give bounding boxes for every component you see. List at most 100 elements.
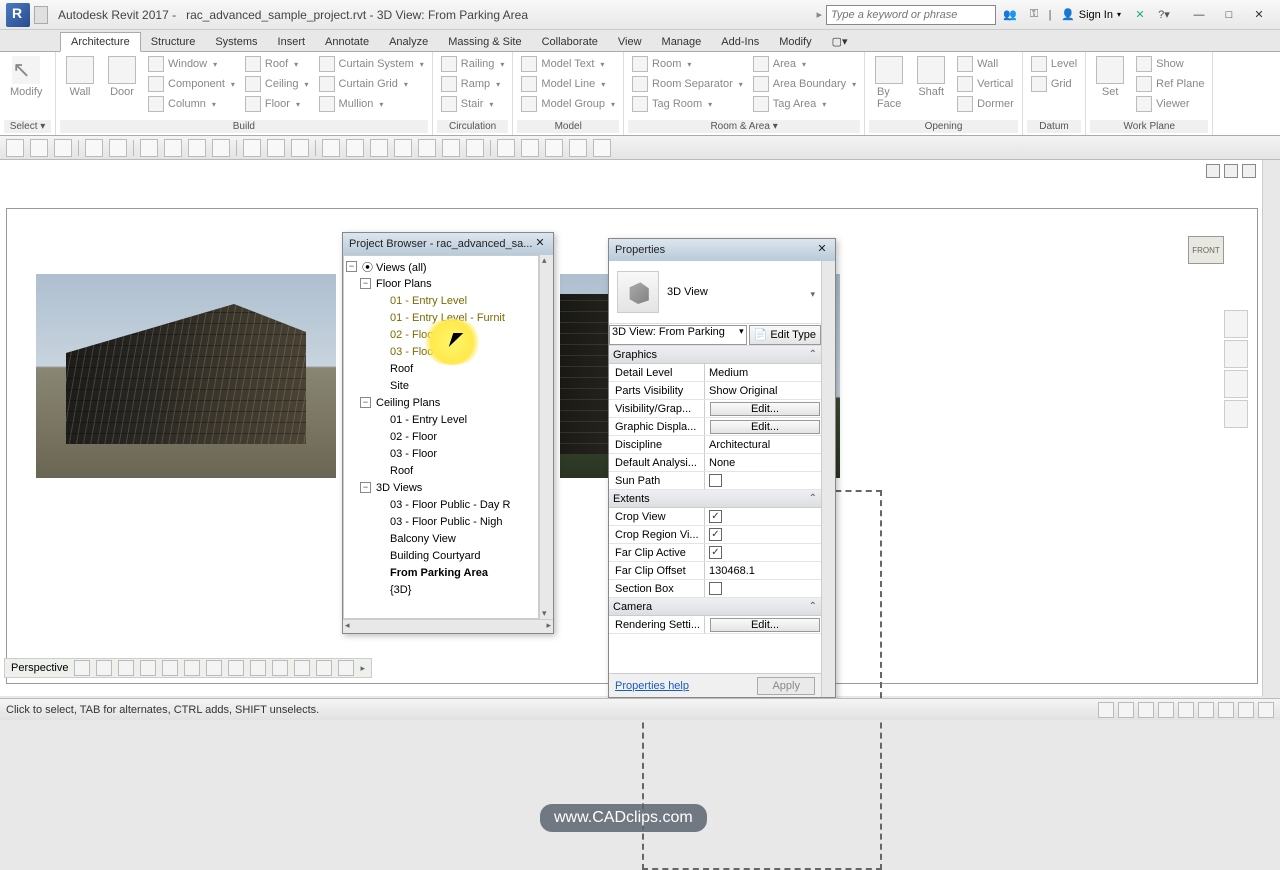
tag-room-tool[interactable]: Tag Room xyxy=(628,94,747,114)
set-workplane-tool[interactable]: Set xyxy=(1090,54,1130,100)
wall-tool[interactable]: Wall xyxy=(60,54,100,100)
tree-item[interactable]: Building Courtyard xyxy=(346,547,536,564)
property-row[interactable]: Far Clip Active✓ xyxy=(609,544,821,562)
tree-item[interactable]: Site xyxy=(346,377,536,394)
type-selector[interactable]: 3D View ▾ xyxy=(609,261,821,324)
tab-manage[interactable]: Manage xyxy=(652,33,712,51)
group-icon[interactable] xyxy=(521,139,539,157)
vertical-opening-tool[interactable]: Vertical xyxy=(953,74,1018,94)
props-vertical-scrollbar[interactable] xyxy=(821,261,835,697)
tree-item[interactable]: −Ceiling Plans xyxy=(346,394,536,411)
tab-annotate[interactable]: Annotate xyxy=(315,33,379,51)
unpin-icon[interactable] xyxy=(593,139,611,157)
rendering-icon[interactable] xyxy=(162,660,178,676)
sync-icon[interactable] xyxy=(54,139,72,157)
ui-icon[interactable] xyxy=(394,139,412,157)
select-underlay-icon[interactable] xyxy=(1178,702,1194,718)
app-menu-button[interactable] xyxy=(6,3,30,27)
property-row[interactable]: Sun Path xyxy=(609,472,821,490)
expand-icon[interactable]: − xyxy=(346,261,357,272)
show-tool[interactable]: Show xyxy=(1132,54,1208,74)
qat-dropdown[interactable] xyxy=(34,6,48,24)
property-row[interactable]: Default Analysi...None xyxy=(609,454,821,472)
tree-item[interactable]: 02 - Floor xyxy=(346,326,536,343)
tree-item[interactable]: 03 - Floor xyxy=(346,445,536,462)
properties-help-link[interactable]: Properties help xyxy=(615,680,689,692)
expand-icon[interactable]: − xyxy=(360,482,371,493)
link-icon[interactable] xyxy=(497,139,515,157)
apply-button[interactable]: Apply xyxy=(757,677,815,695)
sign-in-button[interactable]: 👤 Sign In ▾ xyxy=(1056,7,1126,22)
tree-item[interactable]: 01 - Entry Level xyxy=(346,411,536,428)
project-browser-tree[interactable]: −⦿ Views (all)−Floor Plans01 - Entry Lev… xyxy=(343,255,539,619)
checkbox[interactable] xyxy=(709,474,722,487)
undo-icon[interactable] xyxy=(85,139,103,157)
tree-item[interactable]: −⦿ Views (all) xyxy=(346,258,536,275)
edit-type-button[interactable]: 📄Edit Type xyxy=(749,325,821,345)
tab-analyze[interactable]: Analyze xyxy=(379,33,438,51)
workset-icon[interactable] xyxy=(1098,702,1114,718)
tab-collaborate[interactable]: Collaborate xyxy=(532,33,608,51)
crop-view-icon[interactable] xyxy=(184,660,200,676)
curtain-grid-tool[interactable]: Curtain Grid xyxy=(315,74,428,94)
close-icon[interactable]: ✕ xyxy=(533,237,547,251)
close-button[interactable]: ✕ xyxy=(1244,4,1274,26)
pin-icon[interactable] xyxy=(569,139,587,157)
tree-item[interactable]: 03 - Floor Public - Nigh xyxy=(346,513,536,530)
vp-close-icon[interactable] xyxy=(1242,164,1256,178)
tree-item[interactable]: {3D} xyxy=(346,581,536,598)
component-tool[interactable]: Component xyxy=(144,74,239,94)
close-hidden-icon[interactable] xyxy=(322,139,340,157)
orbit-icon[interactable] xyxy=(1224,400,1248,428)
tag-area-tool[interactable]: Tag Area xyxy=(749,94,860,114)
pb-vertical-scrollbar[interactable] xyxy=(539,255,553,619)
wall-opening-tool[interactable]: Wall xyxy=(953,54,1018,74)
worksharing-icon[interactable] xyxy=(294,660,310,676)
pb-horizontal-scrollbar[interactable] xyxy=(343,619,553,633)
align-icon[interactable] xyxy=(164,139,182,157)
area-tool[interactable]: Area xyxy=(749,54,860,74)
railing-tool[interactable]: Railing xyxy=(437,54,509,74)
ref-plane-tool[interactable]: Ref Plane xyxy=(1132,74,1208,94)
tree-item[interactable]: 01 - Entry Level - Furnit xyxy=(346,309,536,326)
column-tool[interactable]: Column xyxy=(144,94,239,114)
reveal-icon[interactable] xyxy=(272,660,288,676)
tree-item[interactable]: 03 - Floor xyxy=(346,343,536,360)
select-face-icon[interactable] xyxy=(1218,702,1234,718)
model-line-tool[interactable]: Model Line xyxy=(517,74,619,94)
section-icon[interactable] xyxy=(267,139,285,157)
highlight-icon[interactable] xyxy=(338,660,354,676)
3d-icon[interactable] xyxy=(243,139,261,157)
property-group[interactable]: Graphics⌃ xyxy=(609,346,821,364)
property-row[interactable]: DisciplineArchitectural xyxy=(609,436,821,454)
design-options-icon[interactable] xyxy=(1118,702,1134,718)
view-cube[interactable]: FRONT xyxy=(1182,230,1230,278)
drag-elements-icon[interactable] xyxy=(1238,702,1254,718)
properties-title[interactable]: Properties✕ xyxy=(609,239,835,261)
analytical-icon[interactable] xyxy=(316,660,332,676)
key-icon[interactable]: ⚿ xyxy=(1024,5,1044,25)
search-icon[interactable]: 👥 xyxy=(1000,5,1020,25)
ceiling-tool[interactable]: Ceiling xyxy=(241,74,313,94)
tab-view[interactable]: View xyxy=(608,33,652,51)
pan-icon[interactable] xyxy=(1224,340,1248,368)
crop-region-icon[interactable] xyxy=(206,660,222,676)
mullion-tool[interactable]: Mullion xyxy=(315,94,428,114)
select-panel-label[interactable]: Select ▾ xyxy=(4,120,51,133)
measure-icon[interactable] xyxy=(140,139,158,157)
editable-only-icon[interactable] xyxy=(1138,702,1154,718)
vertical-scrollbar[interactable] xyxy=(1262,160,1280,696)
door-tool[interactable]: Door xyxy=(102,54,142,100)
window-tool[interactable]: Window xyxy=(144,54,239,74)
thin-lines-icon[interactable] xyxy=(291,139,309,157)
select-links-icon[interactable] xyxy=(1158,702,1174,718)
redo-icon[interactable] xyxy=(109,139,127,157)
ungroup-icon[interactable] xyxy=(545,139,563,157)
expand-icon[interactable]: − xyxy=(360,278,371,289)
tab-modify[interactable]: Modify xyxy=(769,33,821,51)
expand-icon[interactable]: − xyxy=(360,397,371,408)
tree-item[interactable]: Roof xyxy=(346,360,536,377)
property-row[interactable]: Detail LevelMedium xyxy=(609,364,821,382)
instance-selector[interactable]: 3D View: From Parking ▾ xyxy=(609,325,747,345)
ramp-tool[interactable]: Ramp xyxy=(437,74,509,94)
